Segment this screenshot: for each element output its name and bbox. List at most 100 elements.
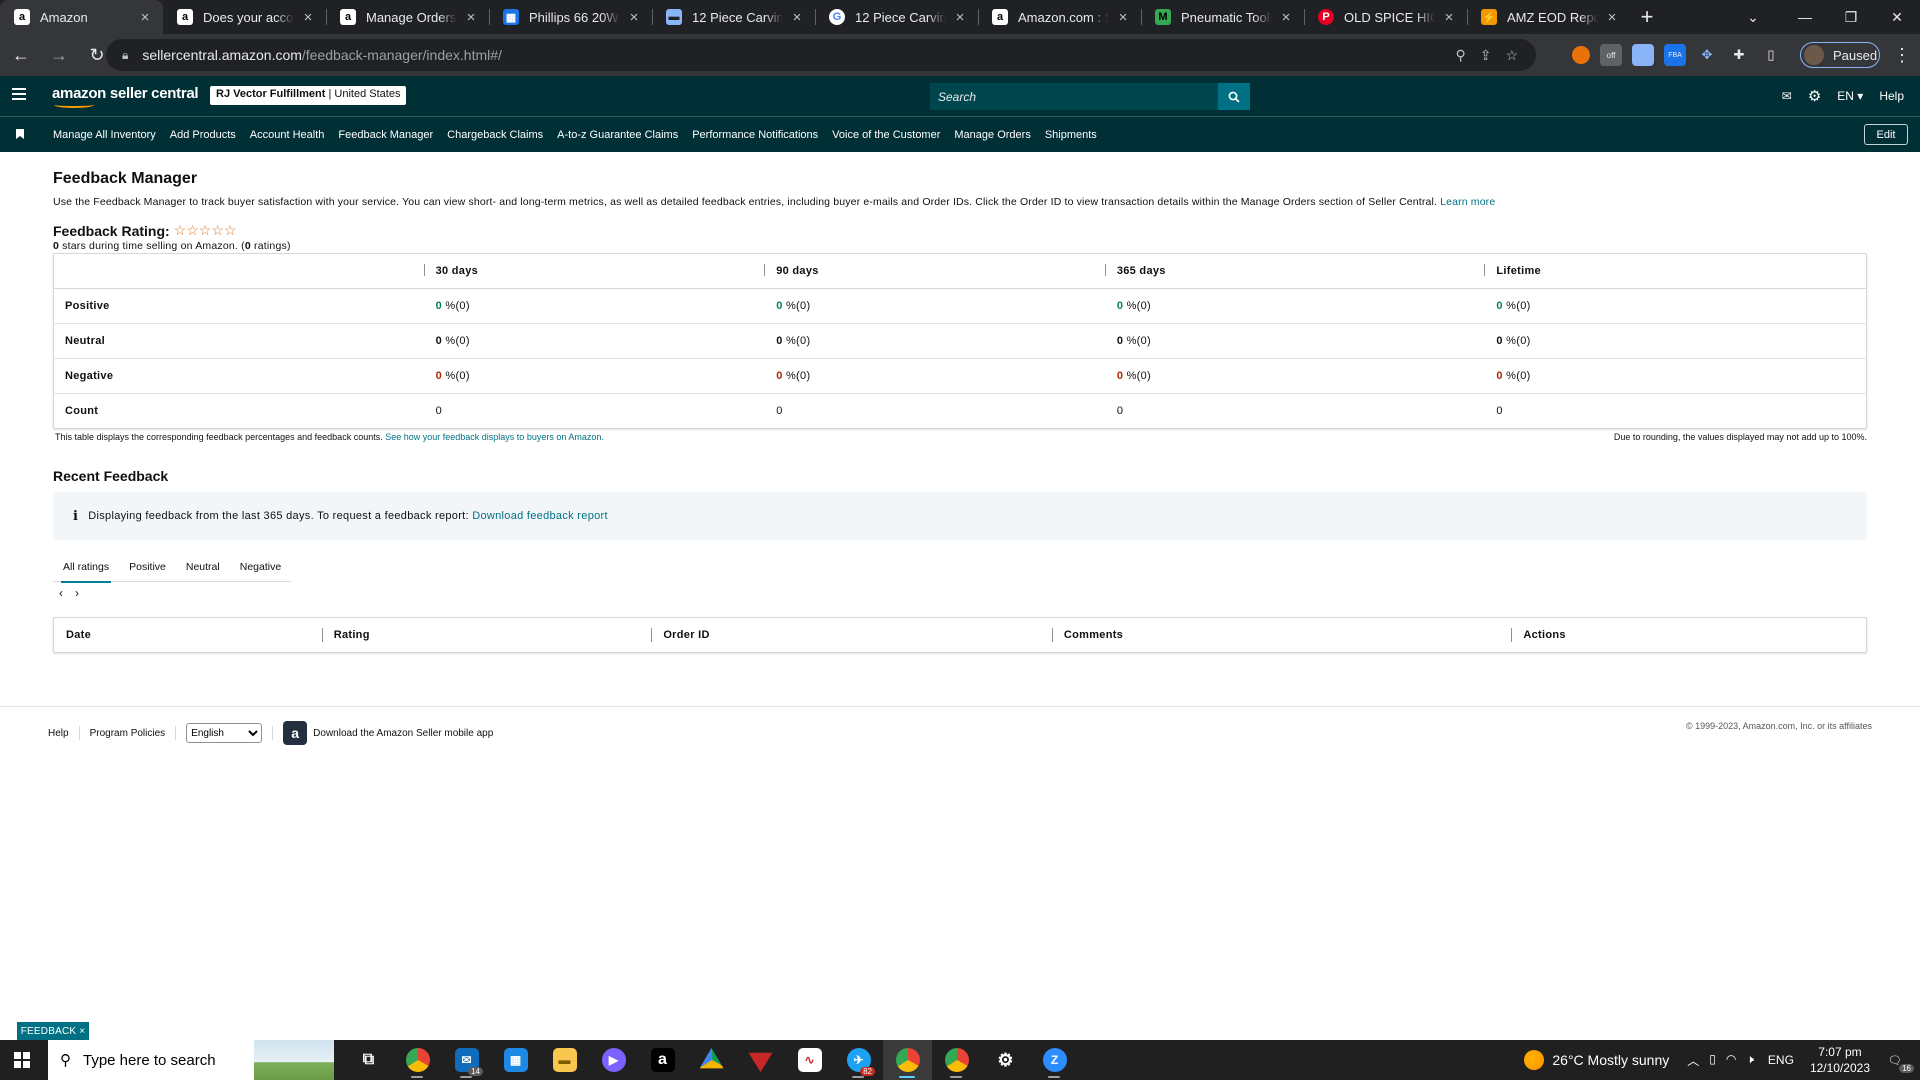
input-language[interactable]: ENG: [1768, 1053, 1794, 1067]
feedback-column-rating[interactable]: Rating: [321, 618, 652, 652]
extension-image-icon[interactable]: [1632, 44, 1654, 66]
nav-link-chargeback-claims[interactable]: Chargeback Claims: [447, 129, 543, 141]
close-tab-icon[interactable]: ×: [789, 9, 805, 26]
mail-icon[interactable]: ✉ 14: [442, 1040, 491, 1080]
volume-muted-icon[interactable]: 🕨︎: [1746, 1052, 1754, 1069]
close-window-icon[interactable]: ✕: [1874, 0, 1920, 34]
wifi-icon[interactable]: ◠: [1726, 1052, 1736, 1069]
close-tab-icon[interactable]: ×: [952, 9, 968, 26]
nav-link-manage-orders[interactable]: Manage Orders: [954, 129, 1030, 141]
learn-more-link[interactable]: Learn more: [1440, 196, 1495, 208]
address-bar[interactable]: 🔒︎ sellercentral.amazon.com/feedback-man…: [106, 39, 1536, 71]
restore-icon[interactable]: ❐: [1828, 0, 1874, 34]
app-chart-icon[interactable]: ∿: [785, 1040, 834, 1080]
zoom-app-icon[interactable]: Z: [1030, 1040, 1079, 1080]
hamburger-menu-icon[interactable]: [12, 88, 26, 102]
settings-gear-icon[interactable]: ⚙: [1808, 87, 1821, 105]
chevron-left-icon[interactable]: ‹: [59, 586, 63, 600]
profile-button[interactable]: Paused: [1800, 42, 1880, 68]
edit-button[interactable]: Edit: [1864, 124, 1908, 145]
close-tab-icon[interactable]: ×: [1441, 9, 1457, 26]
extension-move-icon[interactable]: ✥: [1696, 44, 1718, 66]
close-tab-icon[interactable]: ×: [463, 9, 479, 26]
seller-central-logo[interactable]: amazon seller central: [52, 85, 199, 108]
browser-tab[interactable]: M Pneumatic Tools a ×: [1141, 0, 1304, 34]
clock[interactable]: 7:07 pm 12/10/2023: [1810, 1044, 1870, 1076]
device-icon[interactable]: ▯: [1709, 1052, 1716, 1069]
taskbar-search[interactable]: ⚲ Type here to search: [48, 1040, 334, 1080]
program-policies-link[interactable]: Program Policies: [90, 728, 166, 739]
tab-all-ratings[interactable]: All ratings: [53, 552, 119, 583]
nav-link-account-health[interactable]: Account Health: [250, 129, 325, 141]
close-tab-icon[interactable]: ×: [300, 9, 316, 26]
bookmark-icon[interactable]: [16, 129, 24, 139]
nav-link-feedback-manager[interactable]: Feedback Manager: [338, 129, 433, 141]
app-red-icon[interactable]: [736, 1040, 785, 1080]
amazon-app-icon[interactable]: a: [283, 721, 308, 745]
search-input[interactable]: [930, 83, 1218, 110]
share-icon[interactable]: ⇪: [1480, 47, 1492, 64]
extension-off-icon[interactable]: off: [1600, 44, 1622, 66]
tab-neutral[interactable]: Neutral: [176, 552, 230, 582]
nav-link-performance-notifications[interactable]: Performance Notifications: [692, 129, 818, 141]
close-tab-icon[interactable]: ×: [137, 9, 153, 26]
feedback-tag-button[interactable]: FEEDBACK ×: [17, 1022, 89, 1040]
windows-start-icon[interactable]: [14, 1052, 30, 1068]
close-tab-icon[interactable]: ×: [1278, 9, 1294, 26]
browser-tab[interactable]: a Does your account ×: [163, 0, 326, 34]
google-drive-icon[interactable]: [687, 1040, 736, 1080]
tab-negative[interactable]: Negative: [230, 552, 291, 582]
new-tab-button[interactable]: +: [1630, 0, 1664, 34]
nav-link-a-to-z-guarantee-claims[interactable]: A-to-z Guarantee Claims: [557, 129, 678, 141]
back-icon[interactable]: ←: [4, 38, 38, 72]
browser-tab[interactable]: a Amazon.com : Spy ×: [978, 0, 1141, 34]
search-button[interactable]: [1218, 83, 1250, 110]
chrome-icon[interactable]: [393, 1040, 442, 1080]
mail-icon[interactable]: ✉: [1782, 89, 1792, 103]
account-switcher[interactable]: RJ Vector Fulfillment | United States: [210, 86, 407, 105]
close-tab-icon[interactable]: ×: [1115, 9, 1131, 26]
store-icon[interactable]: ▦: [491, 1040, 540, 1080]
media-player-icon[interactable]: ▶: [589, 1040, 638, 1080]
nav-link-voice-of-the-customer[interactable]: Voice of the Customer: [832, 129, 940, 141]
settings-gear-icon[interactable]: ⚙: [981, 1040, 1030, 1080]
app-bird-icon[interactable]: ✈ 82: [834, 1040, 883, 1080]
mobile-app-link[interactable]: Download the Amazon Seller mobile app: [313, 728, 493, 739]
feedback-column-date[interactable]: Date: [54, 618, 322, 652]
browser-tab[interactable]: P OLD SPICE HIGH E ×: [1304, 0, 1467, 34]
close-tab-icon[interactable]: ×: [1604, 9, 1620, 26]
notifications-icon[interactable]: 🗨︎ 16: [1884, 1049, 1914, 1073]
extension-fba-icon[interactable]: FBA: [1664, 44, 1686, 66]
nav-link-shipments[interactable]: Shipments: [1045, 129, 1097, 141]
close-tab-icon[interactable]: ×: [626, 9, 642, 26]
feedback-column-comments[interactable]: Comments: [1051, 618, 1512, 652]
nav-link-manage-all-inventory[interactable]: Manage All Inventory: [53, 129, 156, 141]
language-select[interactable]: English: [186, 723, 263, 743]
bookmark-star-icon[interactable]: ☆: [1505, 47, 1518, 64]
amazon-icon[interactable]: a: [638, 1040, 687, 1080]
task-view-icon[interactable]: ⧉: [344, 1040, 393, 1080]
side-panel-icon[interactable]: ▯: [1760, 44, 1782, 66]
forward-icon[interactable]: →: [42, 38, 76, 72]
browser-menu-icon[interactable]: ⋮: [1890, 42, 1914, 68]
browser-tab[interactable]: G 12 Piece Carving C ×: [815, 0, 978, 34]
buyer-display-link[interactable]: See how your feedback displays to buyers…: [385, 432, 604, 442]
browser-tab[interactable]: ▦ Phillips 66 20W50 ×: [489, 0, 652, 34]
zoom-icon[interactable]: ⚲: [1455, 47, 1465, 64]
tab-positive[interactable]: Positive: [119, 552, 176, 582]
minimize-icon[interactable]: —: [1782, 0, 1828, 34]
browser-tab[interactable]: ⚡ AMZ EOD Report ×: [1467, 0, 1630, 34]
help-link[interactable]: Help: [1879, 89, 1904, 103]
footer-help-link[interactable]: Help: [48, 728, 69, 739]
feedback-column-order-id[interactable]: Order ID: [651, 618, 1052, 652]
chevron-right-icon[interactable]: ›: [75, 586, 79, 600]
download-report-link[interactable]: Download feedback report: [472, 510, 608, 522]
tab-search-icon[interactable]: ⌄: [1736, 0, 1770, 34]
chrome-active-icon[interactable]: [883, 1040, 932, 1080]
feedback-column-actions[interactable]: Actions: [1511, 618, 1866, 652]
browser-tab[interactable]: a Amazon ×: [0, 0, 163, 34]
nav-link-add-products[interactable]: Add Products: [170, 129, 236, 141]
browser-tab[interactable]: ▬ 12 Piece Carving C ×: [652, 0, 815, 34]
extension-orange-icon[interactable]: [1572, 46, 1590, 64]
browser-tab[interactable]: a Manage Orders ×: [326, 0, 489, 34]
